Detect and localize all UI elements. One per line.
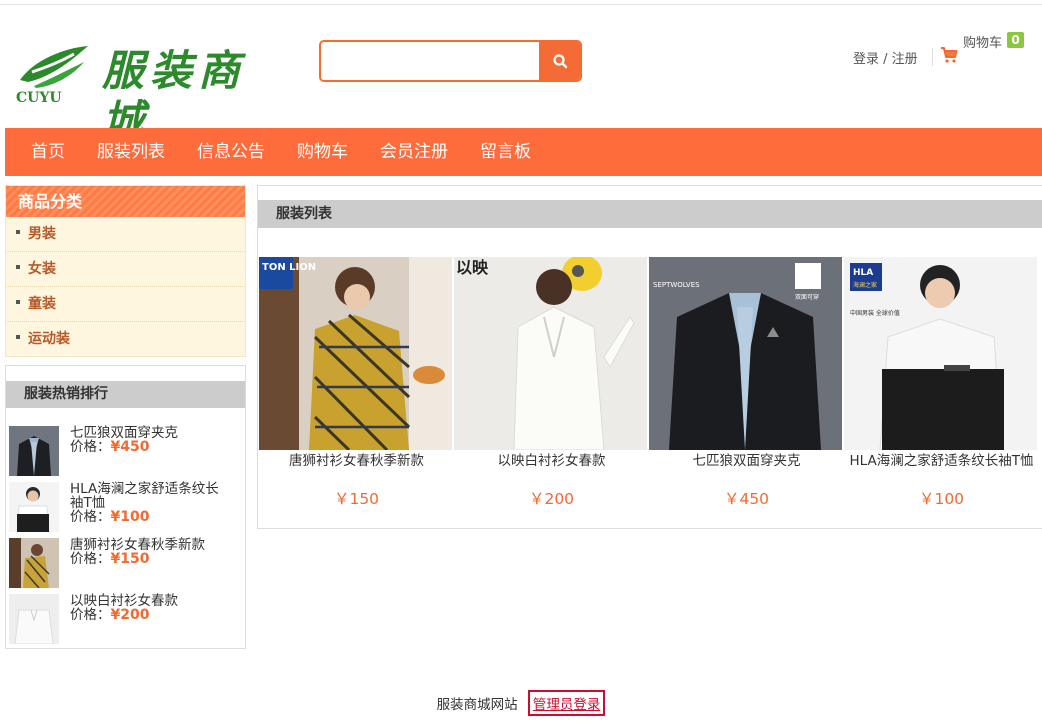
logo-leaf-icon: CUYU bbox=[16, 46, 88, 104]
price-label: 价格： bbox=[70, 551, 111, 567]
hot-item[interactable]: 以映白衬衫女春款 价格：¥200 bbox=[6, 594, 245, 650]
hot-item-thumbnail bbox=[9, 594, 59, 644]
product-list-panel: 服装列表 TON LION 唐狮衬衫女春秋季新款 ￥150 以映 以映白衬衫女春… bbox=[257, 185, 1042, 529]
price-label: 价格： bbox=[70, 607, 111, 623]
product-list-title: 服装列表 bbox=[258, 200, 1042, 228]
nav-item-clothing-list[interactable]: 服装列表 bbox=[81, 128, 181, 176]
category-item-sports[interactable]: 运动装 bbox=[6, 322, 245, 357]
logo-text: CUYU bbox=[16, 90, 62, 104]
nav-item-message-board[interactable]: 留言板 bbox=[464, 128, 547, 176]
nav-item-cart[interactable]: 购物车 bbox=[281, 128, 364, 176]
site-logo[interactable]: CUYU 服装商城 bbox=[14, 40, 264, 145]
product-card[interactable]: 以映 以映白衬衫女春款 ￥200 bbox=[454, 257, 649, 509]
hot-sales-title: 服装热销排行 bbox=[6, 381, 245, 408]
cart-count-badge: 0 bbox=[1007, 32, 1024, 48]
footer: 服装商城网站 管理员登录 bbox=[0, 690, 1042, 716]
product-image: TON LION bbox=[259, 257, 452, 450]
hot-item-price: ¥150 bbox=[110, 551, 150, 567]
search-button[interactable] bbox=[539, 42, 580, 80]
hot-item-name: 以映白衬衫女春款 bbox=[70, 593, 178, 609]
brand-badge: SEPTWOLVES bbox=[653, 281, 700, 289]
product-card[interactable]: HLA 海澜之家 中国男装 全球价值 HLA海澜之家舒适条纹长袖T恤 ￥100 bbox=[844, 257, 1039, 509]
hot-item-price-row: 价格：¥100 bbox=[70, 510, 149, 524]
nav-item-home[interactable]: 首页 bbox=[15, 128, 81, 176]
top-divider bbox=[0, 4, 1042, 5]
search-input[interactable] bbox=[321, 42, 539, 80]
hot-item-thumbnail bbox=[9, 538, 59, 588]
product-image: SEPTWOLVES 双面可穿 bbox=[649, 257, 842, 450]
nav-item-register[interactable]: 会员注册 bbox=[364, 128, 464, 176]
bullet-icon bbox=[16, 300, 20, 304]
cart-icon[interactable] bbox=[940, 46, 958, 64]
product-image: HLA 海澜之家 中国男装 全球价值 bbox=[844, 257, 1037, 450]
cart-link[interactable]: 购物车 bbox=[963, 32, 1002, 51]
header-separator bbox=[932, 48, 933, 66]
login-register-link[interactable]: 登录 / 注册 bbox=[853, 48, 918, 67]
footer-site-text: 服装商城网站 bbox=[436, 697, 518, 713]
price-label: 价格： bbox=[70, 439, 111, 455]
category-item-kids[interactable]: 童装 bbox=[6, 287, 245, 322]
main-nav: 首页 服装列表 信息公告 购物车 会员注册 留言板 bbox=[5, 128, 1042, 176]
brand-badge-sub: 海澜之家 bbox=[853, 281, 877, 289]
product-name: HLA海澜之家舒适条纹长袖T恤 bbox=[849, 453, 1034, 469]
nav-item-announcements[interactable]: 信息公告 bbox=[181, 128, 281, 176]
hot-item[interactable]: HLA海澜之家舒适条纹长袖T恤 价格：¥100 bbox=[6, 482, 245, 538]
hot-item-price-row: 价格：¥450 bbox=[70, 440, 149, 454]
hot-item-name: 七匹狼双面穿夹克 bbox=[70, 425, 178, 441]
hot-item-price-row: 价格：¥150 bbox=[70, 552, 149, 566]
hot-item-thumbnail bbox=[9, 426, 59, 476]
product-price: ￥150 bbox=[333, 490, 380, 508]
hot-item[interactable]: 唐狮衬衫女春秋季新款 价格：¥150 bbox=[6, 538, 245, 594]
hot-item-thumbnail bbox=[9, 482, 59, 532]
product-tag: 中国男装 全球价值 bbox=[850, 309, 900, 317]
hot-item-price-row: 价格：¥200 bbox=[70, 608, 149, 622]
product-card[interactable]: SEPTWOLVES 双面可穿 七匹狼双面穿夹克 ￥450 bbox=[649, 257, 844, 509]
hot-sales-panel: 服装热销排行 七匹狼双面穿夹克 价格：¥450 HLA海澜之家舒适条纹长袖T恤 … bbox=[5, 365, 246, 649]
price-label: 价格： bbox=[70, 509, 111, 525]
product-price: ￥100 bbox=[918, 490, 965, 508]
product-image: 以映 bbox=[454, 257, 647, 450]
search-icon bbox=[552, 54, 567, 69]
product-tag: 双面可穿 bbox=[795, 293, 819, 301]
admin-login-link[interactable]: 管理员登录 bbox=[527, 690, 606, 716]
category-title: 商品分类 bbox=[6, 186, 245, 217]
product-name: 七匹狼双面穿夹克 bbox=[692, 453, 801, 469]
category-label: 运动装 bbox=[28, 331, 70, 347]
search-box bbox=[319, 40, 582, 82]
category-item-women[interactable]: 女装 bbox=[6, 252, 245, 287]
category-label: 女装 bbox=[28, 261, 56, 277]
product-card[interactable]: TON LION 唐狮衬衫女春秋季新款 ￥150 bbox=[259, 257, 454, 509]
brand-badge: TON LION bbox=[262, 262, 316, 273]
hot-item-name: HLA海澜之家舒适条纹长袖T恤 bbox=[70, 481, 219, 511]
bullet-icon bbox=[16, 230, 20, 234]
brand-badge: 以映 bbox=[456, 258, 489, 277]
hot-item-price: ¥100 bbox=[110, 509, 150, 525]
bullet-icon bbox=[16, 335, 20, 339]
hot-item[interactable]: 七匹狼双面穿夹克 价格：¥450 bbox=[6, 426, 245, 482]
hot-item-price: ¥200 bbox=[110, 607, 150, 623]
category-label: 童装 bbox=[28, 296, 56, 312]
product-price: ￥450 bbox=[723, 490, 770, 508]
category-panel: 商品分类 男装 女装 童装 运动装 bbox=[5, 185, 246, 357]
product-price: ￥200 bbox=[528, 490, 575, 508]
brand-badge: HLA bbox=[853, 268, 873, 278]
hot-item-price: ¥450 bbox=[110, 439, 150, 455]
bullet-icon bbox=[16, 265, 20, 269]
category-label: 男装 bbox=[28, 226, 56, 242]
product-name: 唐狮衬衫女春秋季新款 bbox=[289, 453, 424, 469]
category-item-men[interactable]: 男装 bbox=[6, 217, 245, 252]
hot-item-name: 唐狮衬衫女春秋季新款 bbox=[70, 537, 205, 553]
product-name: 以映白衬衫女春款 bbox=[497, 453, 606, 469]
